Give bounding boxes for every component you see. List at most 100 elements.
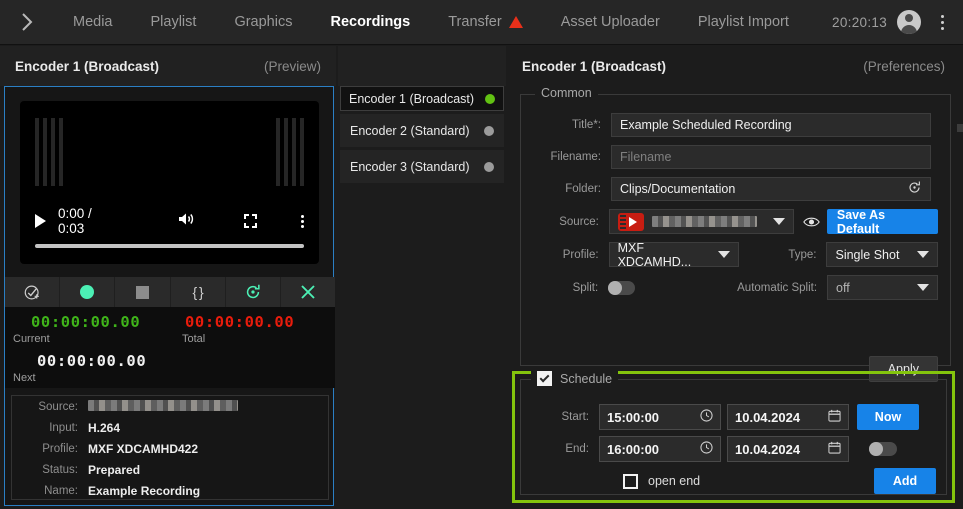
schedule-fieldset: Schedule Start: 15:00:00 10.04.2024 Now … bbox=[520, 371, 947, 495]
tab-playlist-import[interactable]: Playlist Import bbox=[679, 0, 808, 45]
timecode-area: 00:00:00.00 Current 00:00:00.00 Total 00… bbox=[5, 307, 335, 388]
info-label-name: Name: bbox=[44, 484, 78, 497]
encoder-list-item-2[interactable]: Encoder 2 (Standard) bbox=[340, 114, 504, 147]
fullscreen-icon[interactable] bbox=[243, 214, 257, 228]
encoder-list-item-1[interactable]: Encoder 1 (Broadcast) bbox=[340, 86, 504, 111]
preview-panel-title: Encoder 1 (Broadcast) bbox=[15, 58, 160, 74]
expand-sidebar-icon[interactable] bbox=[0, 0, 54, 45]
tab-asset-uploader[interactable]: Asset Uploader bbox=[542, 0, 679, 45]
start-date-input[interactable]: 10.04.2024 bbox=[727, 404, 849, 430]
auto-split-value: off bbox=[836, 280, 850, 295]
clock-icon[interactable] bbox=[700, 441, 713, 457]
folder-label: Folder: bbox=[565, 183, 601, 195]
info-label-input: Input: bbox=[49, 421, 78, 434]
repeat-toggle[interactable] bbox=[869, 442, 897, 456]
filename-label: Filename: bbox=[550, 151, 602, 163]
field-row-split: Split: Automatic Split: off bbox=[533, 275, 938, 300]
video-bars-right bbox=[276, 118, 304, 186]
timecode-total-label: Total bbox=[182, 333, 206, 345]
start-time-input[interactable]: 15:00:00 bbox=[599, 404, 721, 430]
schedule-checkbox[interactable] bbox=[537, 371, 552, 386]
reset-icon[interactable] bbox=[226, 277, 281, 307]
record-icon[interactable] bbox=[60, 277, 116, 307]
user-avatar-icon[interactable] bbox=[897, 10, 921, 34]
save-as-default-button[interactable]: Save As Default bbox=[826, 208, 938, 236]
add-button[interactable]: Add bbox=[874, 468, 936, 494]
schedule-legend: Schedule bbox=[531, 371, 619, 386]
top-right-controls: 20:20:13 bbox=[832, 7, 963, 37]
preferences-subtitle: (Preferences) bbox=[863, 58, 945, 74]
tab-playlist[interactable]: Playlist bbox=[132, 0, 216, 45]
calendar-icon[interactable] bbox=[828, 441, 841, 457]
info-label-status: Status: bbox=[42, 463, 78, 476]
filename-input[interactable]: Filename bbox=[611, 145, 931, 169]
top-navigation-bar: Media Playlist Graphics Recordings Trans… bbox=[0, 0, 963, 45]
info-row-profile: Profile: MXF XDCAMHD422 bbox=[12, 438, 328, 459]
prepare-recording-icon[interactable] bbox=[5, 277, 61, 307]
source-select[interactable] bbox=[608, 209, 794, 234]
repeat-toggle-wrap bbox=[869, 442, 897, 456]
folder-value: Clips/Documentation bbox=[620, 182, 736, 196]
split-toggle[interactable] bbox=[608, 280, 635, 295]
tab-media[interactable]: Media bbox=[54, 0, 132, 45]
clock-display: 20:20:13 bbox=[832, 14, 887, 30]
preferences-title: Encoder 1 (Broadcast) bbox=[522, 58, 667, 74]
warning-triangle-icon bbox=[508, 16, 523, 28]
field-row-folder: Folder: Clips/Documentation bbox=[533, 177, 938, 201]
tab-transfer[interactable]: Transfer bbox=[429, 0, 541, 45]
chevron-down-icon bbox=[917, 251, 929, 258]
source-label: Source: bbox=[559, 215, 599, 228]
open-end-label: open end bbox=[648, 474, 701, 488]
info-value-name: Example Recording bbox=[88, 483, 201, 498]
profile-select[interactable]: MXF XDCAMHD... bbox=[608, 241, 740, 269]
end-time-input[interactable]: 16:00:00 bbox=[599, 436, 721, 462]
play-icon[interactable] bbox=[35, 214, 46, 228]
info-label-source: Source: bbox=[38, 400, 78, 413]
field-row-profile-type: Profile: MXF XDCAMHD... Type: Single Sho… bbox=[533, 241, 938, 269]
folder-reset-icon[interactable] bbox=[907, 180, 922, 198]
recording-info-list: Source: Input: H.264 Profile: MXF XDCAMH… bbox=[11, 395, 329, 500]
youtube-source-icon bbox=[617, 212, 644, 231]
stop-icon[interactable] bbox=[115, 277, 171, 307]
schedule-openend-row: open end Add bbox=[531, 468, 936, 494]
timecode-current-value: 00:00:00.00 bbox=[31, 313, 141, 331]
now-button[interactable]: Now bbox=[857, 404, 919, 430]
end-date-input[interactable]: 10.04.2024 bbox=[727, 436, 849, 462]
eye-icon[interactable] bbox=[802, 212, 821, 232]
encoder-3-label: Encoder 3 (Standard) bbox=[350, 159, 470, 174]
folder-input[interactable]: Clips/Documentation bbox=[611, 177, 931, 201]
tab-transfer-label: Transfer bbox=[448, 13, 502, 30]
video-more-icon[interactable] bbox=[301, 214, 304, 228]
auto-split-select[interactable]: off bbox=[827, 275, 938, 300]
video-controls: 0:00 / 0:03 bbox=[20, 206, 319, 236]
encoder-1-status-dot bbox=[485, 93, 495, 104]
schedule-highlight-box: Schedule Start: 15:00:00 10.04.2024 Now … bbox=[512, 371, 955, 503]
tab-playlist-import-label: Playlist Import bbox=[697, 13, 789, 30]
schedule-start-row: Start: 15:00:00 10.04.2024 Now bbox=[531, 404, 936, 430]
open-end-checkbox[interactable] bbox=[623, 473, 638, 489]
preview-box: 0:00 / 0:03 {} 00:00:00.00 Current 00:0… bbox=[4, 86, 335, 506]
metadata-icon[interactable]: { } bbox=[171, 277, 226, 307]
kebab-menu-icon[interactable] bbox=[931, 7, 953, 37]
info-value-source bbox=[88, 399, 238, 414]
encoder-list-panel: Encoder 1 (Broadcast) Encoder 2 (Standar… bbox=[338, 46, 506, 509]
end-date-value: 10.04.2024 bbox=[735, 441, 801, 457]
info-label-profile: Profile: bbox=[42, 442, 78, 455]
tab-graphics[interactable]: Graphics bbox=[215, 0, 311, 45]
vertical-scrollbar[interactable] bbox=[957, 124, 963, 132]
clock-icon[interactable] bbox=[700, 409, 713, 425]
start-date-value: 10.04.2024 bbox=[735, 409, 801, 425]
calendar-icon[interactable] bbox=[828, 409, 841, 425]
type-select[interactable]: Single Shot bbox=[826, 242, 938, 267]
close-icon[interactable] bbox=[281, 277, 335, 307]
field-row-filename: Filename: Filename bbox=[533, 145, 938, 169]
title-input[interactable]: Example Scheduled Recording bbox=[611, 113, 931, 137]
encoder-list-item-3[interactable]: Encoder 3 (Standard) bbox=[340, 150, 504, 183]
info-row-input: Input: H.264 bbox=[12, 417, 328, 438]
recording-toolbar: { } bbox=[5, 277, 335, 307]
video-player[interactable]: 0:00 / 0:03 bbox=[20, 101, 319, 264]
volume-icon[interactable] bbox=[178, 211, 196, 232]
title-label: Title*: bbox=[572, 119, 601, 131]
tab-recordings[interactable]: Recordings bbox=[311, 0, 429, 45]
video-progress-bar[interactable] bbox=[35, 244, 304, 248]
